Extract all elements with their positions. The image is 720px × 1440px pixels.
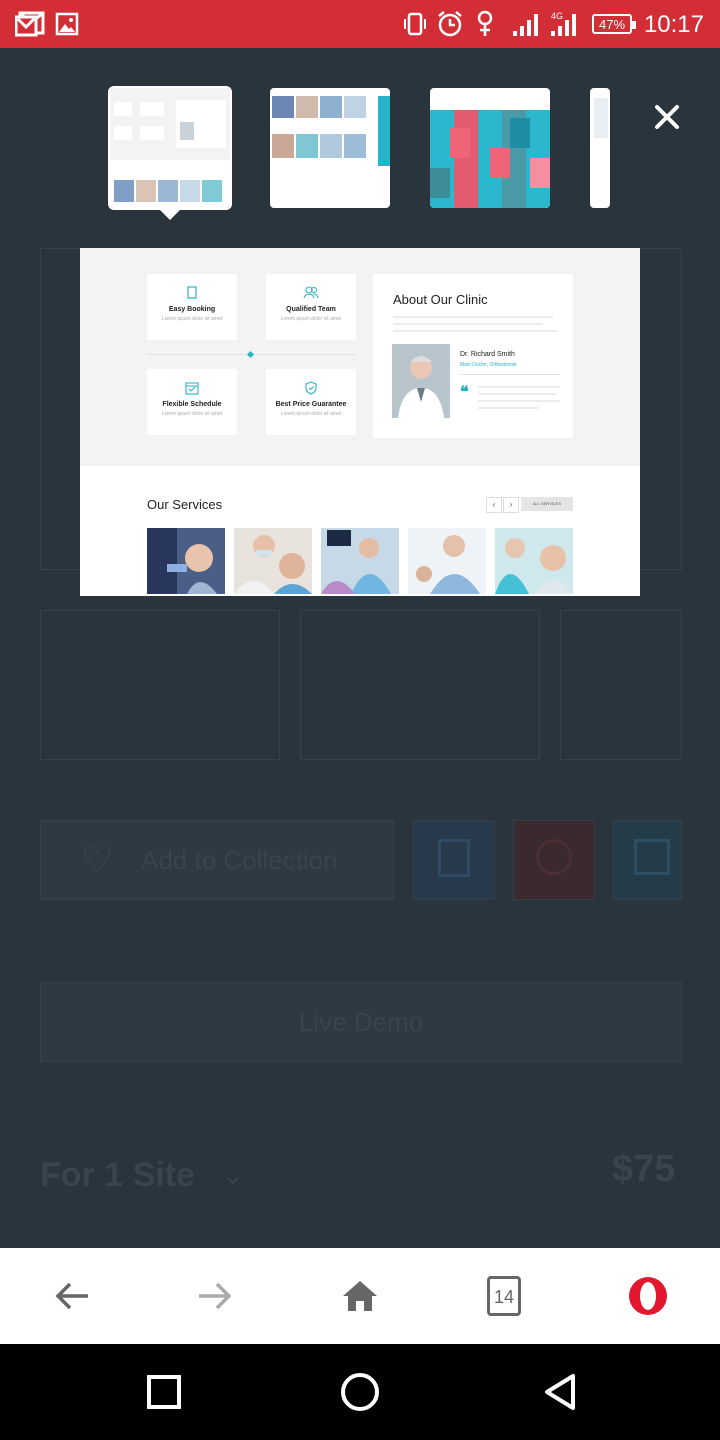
- ghost-thumb-1: [40, 610, 280, 760]
- service-image: [321, 528, 399, 594]
- feature-flexible-schedule: Flexible Schedule Lorem ipsum dolor sit …: [147, 369, 237, 435]
- back-triangle-icon[interactable]: [536, 1368, 584, 1416]
- back-arrow-icon[interactable]: [48, 1272, 96, 1320]
- android-nav-bar: [0, 1344, 720, 1440]
- active-tab-pointer: [156, 206, 184, 220]
- female-icon: [474, 10, 496, 38]
- gallery-icon: [54, 10, 80, 38]
- feature-easy-booking: Easy Booking Lorem ipsum dolor sit amet: [147, 274, 237, 340]
- signal-4g-icon: 4G: [548, 10, 584, 38]
- doctor-photo: [392, 344, 450, 418]
- feature-subtitle: Lorem ipsum dolor sit amet: [161, 316, 223, 322]
- battery-level: 47%: [598, 16, 626, 32]
- clock: 10:17: [643, 11, 704, 38]
- feature-title: Easy Booking: [168, 306, 216, 313]
- feature-subtitle: Lorem ipsum dolor sit amet: [161, 411, 223, 417]
- tab-count-button[interactable]: 14: [487, 1276, 521, 1316]
- add-to-collection-label: Add to Collection: [141, 845, 338, 875]
- price: $75: [612, 1148, 676, 1190]
- tab-thumb-dental-about[interactable]: [108, 86, 232, 210]
- battery-icon: 47%: [592, 14, 636, 34]
- service-image: [408, 528, 486, 594]
- services-title: Our Services: [147, 497, 223, 512]
- pinterest-share-button[interactable]: [513, 820, 595, 900]
- ghost-thumb-2: [300, 610, 540, 760]
- feature-subtitle: Lorem ipsum dolor sit amet: [280, 316, 342, 322]
- status-bar: 4G 47% 10:17: [0, 0, 720, 48]
- services-next-button[interactable]: ›: [503, 497, 519, 513]
- twitter-icon: [634, 839, 670, 875]
- team-icon: [266, 286, 356, 300]
- tab-preview[interactable]: Easy Booking Lorem ipsum dolor sit amet …: [80, 248, 640, 596]
- shield-icon: [266, 381, 356, 395]
- about-card: About Our Clinic Dr. Richard Smith Main …: [373, 274, 573, 438]
- ghost-thumb-3: [560, 610, 682, 760]
- facebook-share-button[interactable]: [413, 820, 495, 900]
- doctor-role: Main Doctor, Orthodontist: [460, 362, 517, 368]
- recents-icon[interactable]: [140, 1368, 188, 1416]
- pinterest-icon: [536, 839, 572, 875]
- close-icon[interactable]: [650, 100, 684, 134]
- feature-best-price: Best Price Guarantee Lorem ipsum dolor s…: [266, 369, 356, 435]
- calendar-icon: [147, 381, 237, 395]
- about-title: About Our Clinic: [393, 292, 488, 307]
- all-services-button[interactable]: ALL SERVICES: [521, 497, 573, 511]
- feature-title: Best Price Guarantee: [275, 401, 347, 408]
- doctor-name: Dr. Richard Smith: [460, 351, 515, 358]
- services-prev-button[interactable]: ‹: [486, 497, 502, 513]
- gmail-icon: [14, 10, 46, 38]
- forward-arrow-icon[interactable]: [191, 1272, 239, 1320]
- license-select[interactable]: For 1 Site: [40, 1156, 195, 1195]
- alarm-icon: [436, 10, 464, 38]
- tab-thumb-partial[interactable]: [590, 88, 610, 208]
- quote-icon: ❝: [460, 384, 469, 401]
- live-demo-button[interactable]: Live Demo: [40, 982, 682, 1062]
- signal-icon: [510, 10, 544, 38]
- vibrate-icon: [402, 10, 428, 38]
- add-to-collection-button[interactable]: ♡ Add to Collection: [40, 820, 394, 900]
- home-icon[interactable]: [336, 1272, 384, 1320]
- opera-icon[interactable]: [624, 1272, 672, 1320]
- background-page: ♡ Add to Collection Live Demo For 1 Site…: [0, 48, 720, 1248]
- twitter-share-button[interactable]: [613, 820, 682, 900]
- heart-icon: ♡: [81, 839, 114, 880]
- facebook-icon: [438, 839, 470, 877]
- feature-subtitle: Lorem ipsum dolor sit amet: [280, 411, 342, 417]
- chevron-down-icon: ⌄: [222, 1160, 244, 1190]
- browser-toolbar: [0, 1248, 720, 1344]
- home-circle-icon[interactable]: [336, 1368, 384, 1416]
- feature-title: Flexible Schedule: [162, 401, 222, 408]
- network-label: 4G: [551, 11, 563, 21]
- feature-title: Qualified Team: [286, 306, 336, 313]
- tab-thumb-dental-gallery[interactable]: [270, 88, 390, 208]
- feature-qualified-team: Qualified Team Lorem ipsum dolor sit ame…: [266, 274, 356, 340]
- service-image: [495, 528, 573, 594]
- service-image: [147, 528, 225, 594]
- live-demo-label: Live Demo: [298, 1007, 424, 1037]
- book-icon: [147, 286, 237, 300]
- service-image: [234, 528, 312, 594]
- tab-thumb-color-grid[interactable]: [430, 88, 550, 208]
